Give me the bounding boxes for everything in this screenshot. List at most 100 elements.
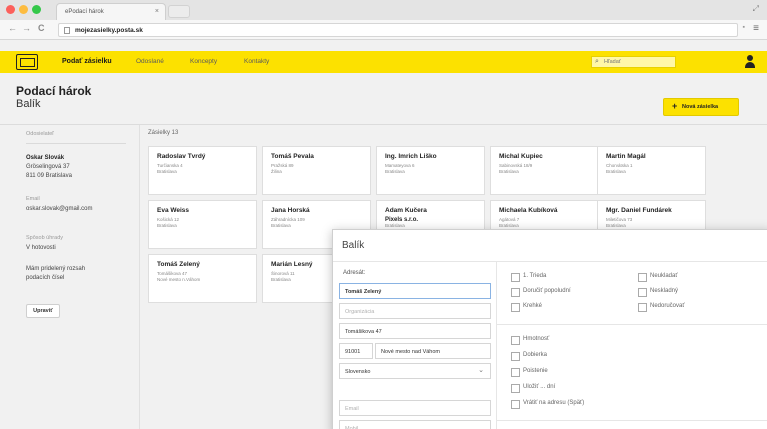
new-shipment-label: Nová zásielka	[682, 104, 719, 110]
recipient-city: Bratislava	[499, 169, 519, 174]
recipient-name: Eva Weiss	[157, 207, 190, 214]
maximize-window-button[interactable]	[32, 5, 41, 14]
new-shipment-button[interactable]: + Nová zásielka	[663, 98, 739, 116]
payment-label: Spôsob úhrady	[26, 235, 63, 241]
checkbox-dobierka[interactable]: Dobierka	[511, 352, 547, 361]
nav-odoslane[interactable]: Odoslané	[136, 58, 164, 65]
nav-podat-zasielku[interactable]: Podať zásielku	[62, 58, 112, 65]
email-field[interactable]: Email	[339, 400, 491, 416]
checkbox-hmotnost[interactable]: Hmotnosť	[511, 336, 549, 345]
options-divider	[497, 324, 767, 325]
mobile-field[interactable]: Mobil	[339, 420, 491, 429]
browser-window: ePodací hárok × ⤢ ← → C mojezasielky.pos…	[0, 0, 767, 429]
url-text: mojezasielky.posta.sk	[75, 27, 143, 34]
modal-title: Balík	[342, 240, 365, 251]
street-field[interactable]: Tomášikova 47	[339, 323, 491, 339]
recipient-name: Radoslav Tvrdý	[157, 153, 206, 160]
recipient-city: Bratislava	[385, 169, 405, 174]
recipient-name: Ing. Imrich Liško	[385, 153, 437, 160]
modal-column-divider	[496, 262, 497, 429]
browser-tab[interactable]: ePodací hárok ×	[56, 3, 166, 20]
shipment-card[interactable]: Eva Weiss Košická 12 Bratislava	[148, 200, 257, 249]
nav-kontakty[interactable]: Kontakty	[244, 58, 269, 65]
sender-name: Oskar Slovák	[26, 155, 65, 161]
recipient-city: Nové mesto n.Váhom	[157, 277, 201, 282]
browser-menu-icon[interactable]: ≡	[753, 23, 759, 34]
shipment-card[interactable]: Ing. Imrich Liško Mamateyova 6 Bratislava	[376, 146, 485, 195]
recipient-city: Bratislava	[271, 223, 291, 228]
sender-divider	[26, 143, 126, 144]
checkbox-ulozit-dni[interactable]: Uložiť ... dní	[511, 384, 555, 393]
sender-label: Odosielateľ	[26, 131, 54, 137]
shipment-card[interactable]: Tomáš Pevala Pražská 89 Žilina	[262, 146, 371, 195]
recipient-name: Marián Lesný	[271, 261, 313, 268]
recipient-city: Bratislava	[271, 277, 291, 282]
zip-field[interactable]: 91001	[339, 343, 373, 359]
city-field[interactable]: Nové mesto nad Váhom	[375, 343, 491, 359]
shipment-card[interactable]: Martin Magál Chorvátska 1 Bratislava	[597, 146, 706, 195]
sender-panel: Odosielateľ Oskar Slovák Gröselingová 37…	[0, 125, 140, 429]
checkbox-1-trieda[interactable]: 1. Trieda	[511, 273, 546, 282]
checkbox-nedorucovat[interactable]: Nedoručovať	[638, 303, 685, 312]
recipient-name: Adam Kučera	[385, 207, 427, 214]
options-bottom-divider	[497, 420, 767, 421]
recipient-city: Bratislava	[157, 223, 177, 228]
shipments-count: Zásielky 13	[148, 130, 179, 136]
search-input[interactable]: ⌕ Hľadať	[591, 56, 676, 68]
page-icon	[64, 27, 70, 34]
posta-logo-icon[interactable]	[16, 54, 38, 70]
recipient-name: Mgr. Daniel Fundárek	[606, 207, 672, 214]
checkbox-vratit-na-adresu[interactable]: Vrátiť na adresu (Späť)	[511, 400, 584, 409]
recipient-name: Michal Kupiec	[499, 153, 543, 160]
sender-city: 811 09 Bratislava	[26, 173, 72, 179]
browser-toolbar: ← → C mojezasielky.posta.sk ▪ ≡	[0, 20, 767, 40]
forward-button[interactable]: →	[22, 23, 31, 33]
recipient-name: Tomáš Zelený	[157, 261, 200, 268]
browser-tab-title: ePodací hárok	[65, 9, 104, 15]
sender-street: Gröselingová 37	[26, 164, 70, 170]
checkbox-krehke[interactable]: Krehké	[511, 303, 542, 312]
page-subtitle: Balík	[16, 98, 41, 110]
edit-sender-button[interactable]: Upraviť	[26, 304, 60, 318]
recipient-name-field[interactable]: Tomáš Zelený	[339, 283, 491, 299]
email-label: Email	[26, 196, 40, 202]
payment-method: V hotovosti	[26, 245, 56, 251]
recipient-name: Martin Magál	[606, 153, 646, 160]
shipment-edit-modal: Balík Adresát: Tomáš Zelený Organizácia …	[332, 229, 767, 429]
organization-field[interactable]: Organizácia	[339, 303, 491, 319]
shipment-card[interactable]: Michal Kupiec Sabinovská 18/9 Bratislava	[490, 146, 599, 195]
close-window-button[interactable]	[6, 5, 15, 14]
nav-koncepty[interactable]: Koncepty	[190, 58, 217, 65]
recipient-name: Michaela Kubíková	[499, 207, 558, 214]
bookmark-icon[interactable]: ▪	[743, 24, 745, 31]
fullscreen-icon[interactable]: ⤢	[753, 4, 759, 14]
user-icon[interactable]	[744, 55, 756, 69]
search-placeholder: Hľadať	[604, 59, 621, 65]
close-tab-icon[interactable]: ×	[155, 8, 159, 15]
recipient-name: Jana Horská	[271, 207, 310, 214]
recipient-name: Tomáš Pevala	[271, 153, 314, 160]
checkbox-dorucit-popoludni[interactable]: Doručiť popoludní	[511, 288, 571, 297]
minimize-window-button[interactable]	[19, 5, 28, 14]
checkbox-poistenie[interactable]: Poistenie	[511, 368, 548, 377]
window-controls	[6, 5, 41, 14]
reload-button[interactable]: C	[38, 23, 45, 33]
number-range-line1: Mám pridelený rozsah	[26, 266, 86, 272]
browser-tab-bar: ePodací hárok × ⤢	[0, 0, 767, 20]
recipient-city: Bratislava	[606, 169, 626, 174]
recipient-label: Adresát:	[343, 270, 366, 276]
shipment-card[interactable]: Tomáš Zelený Tomášikova 47 Nové mesto n.V…	[148, 254, 257, 303]
app-header: Podať zásielku Odoslané Koncepty Kontakt…	[0, 51, 767, 73]
recipient-city: Bratislava	[157, 169, 177, 174]
country-select[interactable]: Slovensko ⌄	[339, 363, 491, 379]
checkbox-neukladat[interactable]: Neukladať	[638, 273, 678, 282]
search-icon: ⌕	[595, 58, 599, 65]
chevron-down-icon: ⌄	[478, 367, 484, 374]
checkbox-neskladny[interactable]: Neskladný	[638, 288, 678, 297]
shipment-card[interactable]: Radoslav Tvrdý Turčianska 4 Bratislava	[148, 146, 257, 195]
back-button[interactable]: ←	[8, 23, 17, 33]
number-range-line2: podacích čísel	[26, 275, 65, 281]
address-bar[interactable]: mojezasielky.posta.sk	[58, 23, 738, 37]
new-tab-button[interactable]	[168, 5, 190, 18]
sender-email: oskar.slovak@gmail.com	[26, 206, 93, 212]
